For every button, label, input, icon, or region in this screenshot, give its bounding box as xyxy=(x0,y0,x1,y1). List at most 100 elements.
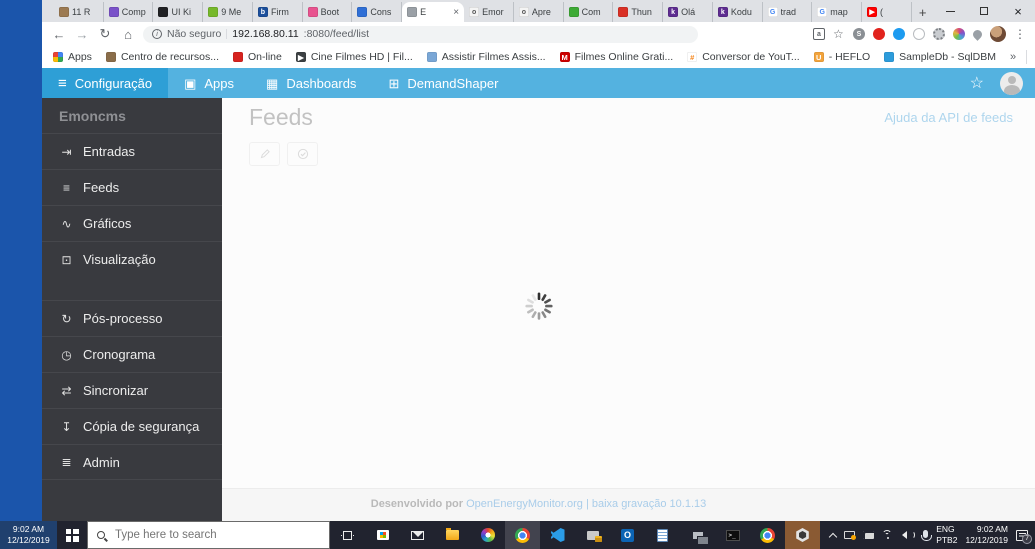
taskbar-app-button[interactable] xyxy=(400,521,435,549)
taskbar-app-button[interactable] xyxy=(505,521,540,549)
start-button[interactable] xyxy=(57,521,87,549)
forward-button[interactable] xyxy=(74,27,90,42)
taskbar-app-button[interactable] xyxy=(575,521,610,549)
color-extension-icon[interactable] xyxy=(953,28,965,40)
bookmark-item[interactable]: Centro de recursos... xyxy=(105,51,219,63)
browser-tab[interactable]: 9 Me × xyxy=(203,2,253,22)
white-extension-icon[interactable] xyxy=(913,28,925,40)
browser-tab[interactable]: E × xyxy=(402,2,465,22)
bookmark-item[interactable]: U - HEFLO xyxy=(813,51,870,63)
sidebar-item[interactable]: Pós-processo xyxy=(42,300,222,336)
gear-extension-icon[interactable] xyxy=(933,28,945,40)
browser-tab[interactable]: ▶ ( × xyxy=(862,2,912,22)
browser-tab[interactable]: k Kodu × xyxy=(713,2,763,22)
omnibox-divider xyxy=(226,29,228,39)
sidebar-item[interactable]: Visualização xyxy=(42,241,222,277)
edit-feed-button[interactable] xyxy=(249,142,280,166)
user-avatar[interactable] xyxy=(1000,71,1023,95)
browser-tab[interactable]: G trad × xyxy=(763,2,813,22)
bookmark-item[interactable]: M Filmes Online Grati... xyxy=(559,51,673,63)
volume-icon[interactable] xyxy=(902,530,916,540)
wifi-icon[interactable] xyxy=(882,530,894,540)
sidebar-item[interactable]: Cópia de segurança xyxy=(42,408,222,444)
browser-tab[interactable]: UI Ki × xyxy=(153,2,204,22)
window-minimize-button[interactable] xyxy=(934,0,968,22)
taskbar-clock[interactable]: 9:02 AM 12/12/2019 xyxy=(965,524,1008,546)
clock-time: 9:02 AM xyxy=(976,523,1008,534)
browser-tab[interactable]: k Olá × xyxy=(663,2,713,22)
navbar-item[interactable]: Configuração xyxy=(42,68,169,98)
taskbar-app-button[interactable] xyxy=(680,521,715,549)
browser-tab[interactable]: b Firm × xyxy=(253,2,303,22)
sidebar-item-label: Cópia de segurança xyxy=(83,419,200,434)
bookmark-item[interactable]: Apps xyxy=(53,51,92,63)
back-button[interactable] xyxy=(51,27,67,42)
taskbar-app-button[interactable] xyxy=(365,521,400,549)
taskbar-app-button[interactable] xyxy=(645,521,680,549)
browser-tab[interactable]: G map × xyxy=(812,2,863,22)
taskbar-app-button[interactable] xyxy=(330,521,365,549)
taskbar-app-button[interactable] xyxy=(470,521,505,549)
taskbar-app-button[interactable] xyxy=(750,521,785,549)
tray-chevron-up-icon[interactable] xyxy=(828,532,838,541)
sidebar-item[interactable]: Cronograma xyxy=(42,336,222,372)
pin-extension-icon[interactable] xyxy=(971,27,984,41)
bookmark-item[interactable]: ▶ Cine Filmes HD | Fil... xyxy=(295,51,413,63)
bookmark-item[interactable]: SampleDb - SqlDBM xyxy=(884,51,996,63)
taskbar-search-input[interactable] xyxy=(113,528,320,542)
navbar-item[interactable]: Apps xyxy=(168,68,250,98)
secondary-taskbar-clock[interactable]: 9:02 AM 12/12/2019 xyxy=(0,521,57,549)
browser-tab[interactable]: o Emor × xyxy=(464,2,514,22)
sidebar-item[interactable]: Sincronizar xyxy=(42,372,222,408)
new-tab-button[interactable]: + xyxy=(912,2,934,22)
browser-tab[interactable]: Comp × xyxy=(104,2,154,22)
red-extension-icon[interactable] xyxy=(873,28,885,40)
sidebar-item[interactable]: Entradas xyxy=(42,133,222,169)
browser-tab[interactable]: Thun × xyxy=(613,2,664,22)
bookmark-star-icon[interactable] xyxy=(833,27,845,41)
bookmark-item[interactable]: On-line xyxy=(232,51,282,63)
sidebar-item[interactable]: Admin xyxy=(42,444,222,480)
tab-close-icon[interactable]: × xyxy=(453,7,459,18)
tab-favicon xyxy=(568,7,579,17)
site-info-icon[interactable]: i xyxy=(152,29,162,39)
profile-avatar[interactable] xyxy=(990,26,1006,42)
taskbar-app-button[interactable] xyxy=(785,521,820,549)
browser-tab[interactable]: Com × xyxy=(564,2,614,22)
tray-display-icon[interactable] xyxy=(863,531,875,539)
navbar-item[interactable]: DemandShaper xyxy=(372,68,514,98)
taskbar-search[interactable] xyxy=(87,521,330,549)
translate-icon[interactable]: a xyxy=(813,28,825,40)
reload-button[interactable] xyxy=(97,26,113,42)
favourite-star-icon[interactable] xyxy=(970,73,984,93)
window-restore-button[interactable] xyxy=(967,0,1001,22)
browser-tab[interactable]: Cons × xyxy=(352,2,403,22)
bookmark-item[interactable]: Assistir Filmes Assis... xyxy=(426,51,546,63)
taskbar-app-button[interactable] xyxy=(610,521,645,549)
bookmark-item[interactable]: # Conversor de YouT... xyxy=(687,51,800,63)
sidebar-item[interactable]: Gráficos xyxy=(42,205,222,241)
taskbar-app-button[interactable] xyxy=(435,521,470,549)
action-center-icon[interactable]: 7 xyxy=(1016,529,1032,544)
skype-extension-icon[interactable]: S xyxy=(853,28,865,40)
feed-api-help-link[interactable]: Ajuda da API de feeds xyxy=(884,110,1013,125)
taskbar-app-button[interactable] xyxy=(715,521,750,549)
microphone-icon[interactable] xyxy=(921,530,933,541)
browser-tab[interactable]: Boot × xyxy=(303,2,353,22)
footer-link[interactable]: OpenEnergyMonitor.org | baixa gravação 1… xyxy=(466,498,706,510)
address-bar[interactable]: i Não seguro 192.168.80.11:8080/feed/lis… xyxy=(143,25,698,43)
tray-screen-notification-icon[interactable] xyxy=(844,531,857,540)
tab-favicon xyxy=(407,7,418,17)
browser-tab[interactable]: 11 R × xyxy=(54,2,104,22)
select-feed-button[interactable] xyxy=(287,142,318,166)
language-indicator[interactable]: ENG PTB2 xyxy=(936,524,957,546)
bookmarks-overflow-button[interactable]: » xyxy=(1010,51,1016,63)
window-close-button[interactable] xyxy=(1001,0,1035,22)
navbar-item[interactable]: Dashboards xyxy=(250,68,372,98)
taskbar-app-button[interactable] xyxy=(540,521,575,549)
browser-tab[interactable]: o Apre × xyxy=(514,2,564,22)
blue-extension-icon[interactable] xyxy=(893,28,905,40)
chrome-menu-icon[interactable] xyxy=(1014,27,1026,41)
sidebar-item[interactable]: Feeds xyxy=(42,169,222,205)
home-button[interactable] xyxy=(120,27,136,42)
